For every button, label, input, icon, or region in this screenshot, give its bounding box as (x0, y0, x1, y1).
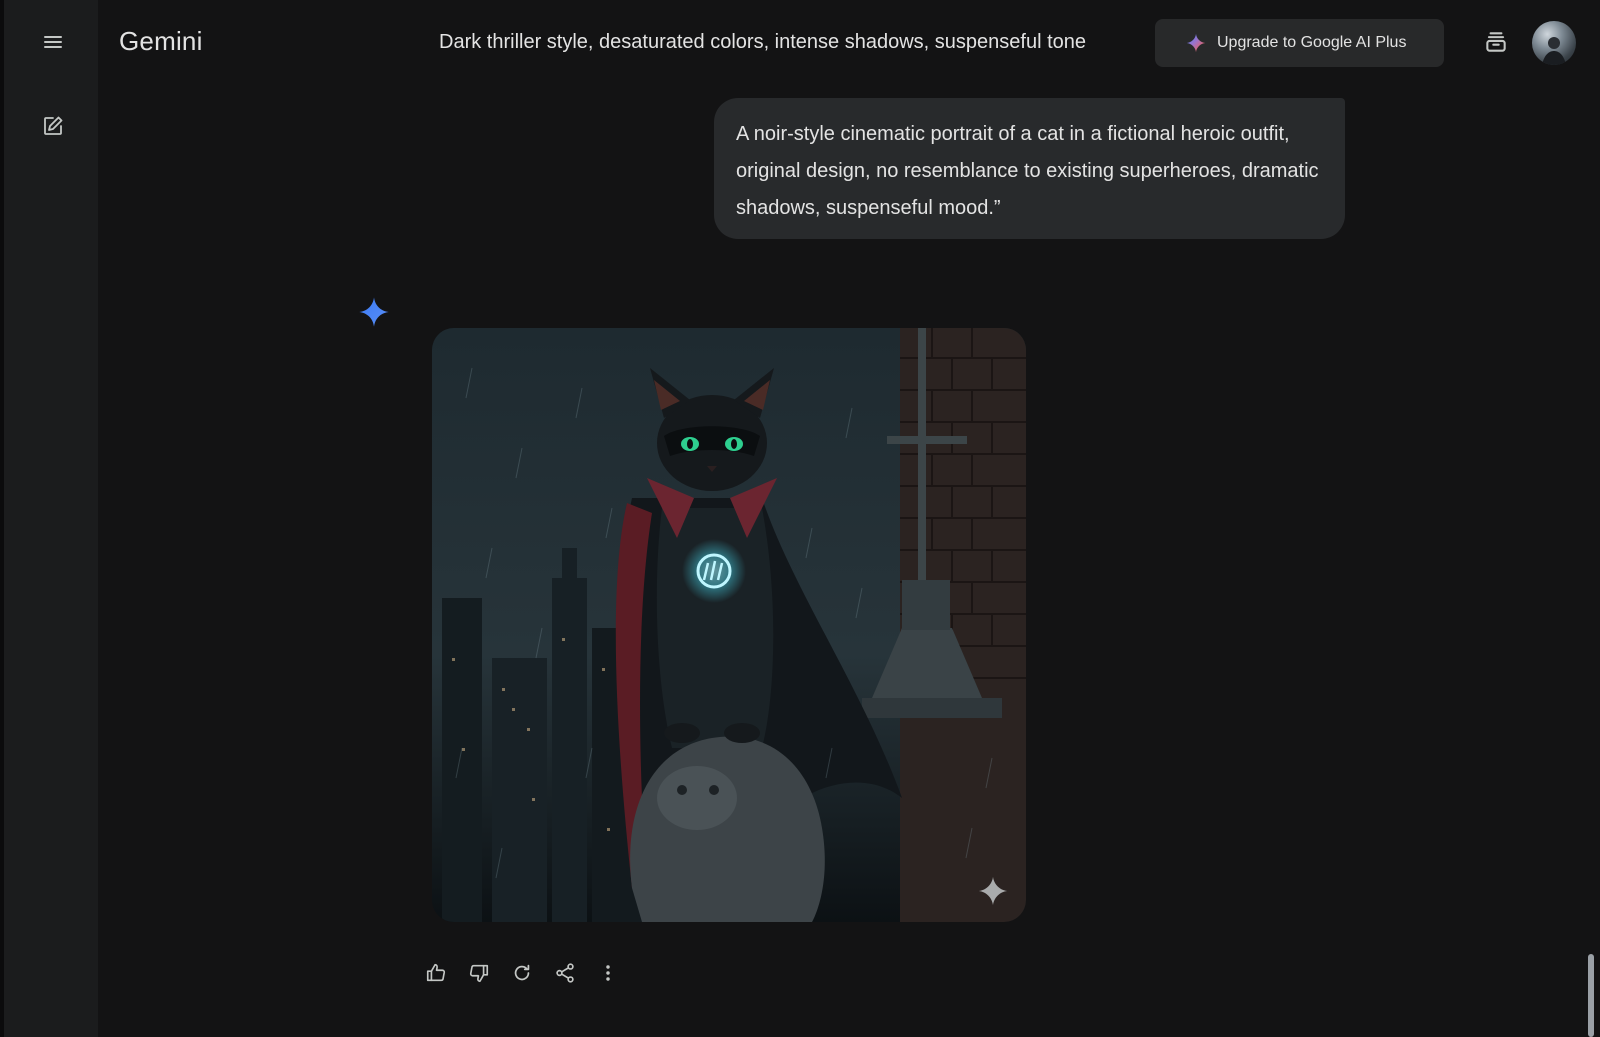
refresh-icon (514, 964, 530, 981)
regenerate-button[interactable] (504, 955, 540, 991)
temporary-chat-icon (1486, 32, 1506, 52)
thumbs-up-icon (426, 963, 446, 982)
gemini-sparkle-icon (1186, 33, 1206, 53)
share-icon (556, 963, 574, 983)
thumbs-down-icon (469, 964, 489, 983)
thumbs-up-button[interactable] (418, 955, 454, 991)
generated-image-art (432, 328, 1026, 922)
thumbs-down-button[interactable] (461, 955, 497, 991)
gemini-app: Gemini Dark thriller style, desaturated … (0, 0, 1600, 1037)
user-message-bubble: A noir-style cinematic portrait of a cat… (714, 98, 1345, 239)
response-actions (418, 953, 626, 993)
more-vert-icon (606, 965, 610, 981)
more-options-button[interactable] (590, 955, 626, 991)
scrollbar-thumb[interactable] (1588, 954, 1594, 1037)
watermark-sparkle-icon (978, 876, 1008, 906)
share-button[interactable] (547, 955, 583, 991)
generated-image[interactable] (432, 328, 1026, 922)
avatar-image (1542, 37, 1566, 65)
app-brand[interactable]: Gemini (119, 26, 203, 57)
menu-icon (44, 36, 62, 48)
chat-title[interactable]: Dark thriller style, desaturated colors,… (439, 31, 1155, 54)
new-chat-button[interactable] (31, 104, 75, 148)
sidebar-rail (0, 0, 98, 1037)
avatar[interactable] (1532, 21, 1576, 65)
main-menu-button[interactable] (31, 20, 75, 64)
temporary-chat-button[interactable] (1474, 20, 1518, 64)
gemini-sparkle-icon (359, 297, 389, 327)
upgrade-button[interactable]: Upgrade to Google AI Plus (1155, 19, 1444, 67)
upgrade-label: Upgrade to Google AI Plus (1217, 34, 1407, 51)
edit-icon (44, 116, 63, 135)
